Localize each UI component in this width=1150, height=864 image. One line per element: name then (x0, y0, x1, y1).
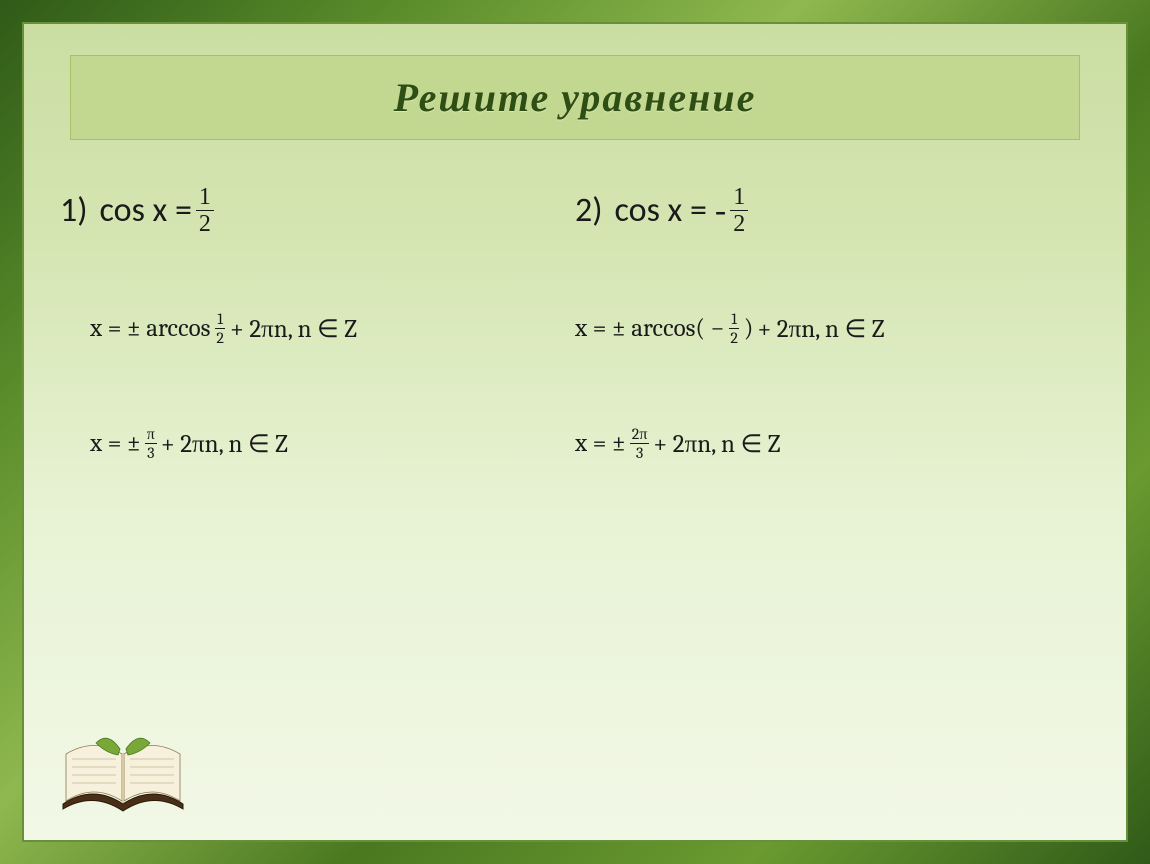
book-icon (58, 729, 188, 824)
sol-frac: 2π 3 (630, 426, 650, 461)
sol-text: x = ± arccos (90, 314, 210, 343)
problem-2-sign: - (715, 192, 726, 230)
problem-2-rhs-frac: 1 2 (730, 185, 748, 236)
solution-2b: x = ± 2π 3 + 2πn, n ∈ Z (575, 426, 1090, 461)
solutions-row: x = ± arccos 1 2 + 2πn, n ∈ Z x = ± π 3 … (60, 256, 1090, 461)
problem-1-col: 1) cos x = 1 2 (60, 165, 575, 256)
solution-1b: x = ± π 3 + 2πn, n ∈ Z (90, 426, 575, 461)
sol-text: x = ± (90, 429, 141, 458)
problem-2-number: 2) (575, 190, 603, 231)
slide-title: Решите уравнение (394, 74, 757, 121)
problem-1-number: 1) (60, 190, 88, 231)
slide-content: 1) cos x = 1 2 2) cos x = - 1 2 (60, 165, 1090, 804)
frac-num: 1 (729, 311, 739, 329)
sol-text: + 2πn, n ∈ Z (653, 429, 780, 459)
solution-2a: x = ± arccos( − 1 2 ) + 2πn, n ∈ Z (575, 311, 1090, 346)
frac-num: 1 (730, 185, 748, 211)
sol-frac: 1 2 (214, 311, 226, 346)
title-bar: Решите уравнение (70, 55, 1080, 140)
problem-1-rhs-frac: 1 2 (196, 185, 214, 236)
sol-text: x = ± (575, 429, 626, 458)
frac-den: 2 (196, 211, 214, 236)
problem-2-col: 2) cos x = - 1 2 (575, 165, 1090, 256)
sol-text: + 2πn, n ∈ Z (230, 314, 357, 344)
solutions-right: x = ± arccos( − 1 2 ) + 2πn, n ∈ Z x = ±… (575, 256, 1090, 461)
frac-num: 1 (196, 185, 214, 211)
frac-den: 2 (214, 329, 226, 346)
sol-text: + 2πn, n ∈ Z (757, 314, 884, 344)
sol-frac: 1 2 (728, 311, 740, 346)
problems-row: 1) cos x = 1 2 2) cos x = - 1 2 (60, 165, 1090, 256)
frac-den: 3 (145, 444, 156, 461)
frac-den: 2 (730, 211, 748, 236)
frac-den: 3 (634, 444, 645, 461)
sol-text: + 2πn, n ∈ Z (161, 429, 288, 459)
frac-den: 2 (728, 329, 740, 346)
problem-2-lhs: cos x = (615, 190, 707, 231)
problem-1: 1) cos x = 1 2 (60, 185, 575, 236)
solution-1a: x = ± arccos 1 2 + 2πn, n ∈ Z (90, 311, 575, 346)
frac-num: 2π (630, 426, 650, 444)
problem-1-lhs: cos x = (100, 190, 192, 231)
solutions-left: x = ± arccos 1 2 + 2πn, n ∈ Z x = ± π 3 … (60, 256, 575, 461)
frac-num: π (145, 426, 157, 444)
sol-frac: π 3 (145, 426, 157, 461)
sol-text: x = ± arccos( − (575, 314, 724, 343)
sol-close: ) (744, 314, 754, 343)
problem-2: 2) cos x = - 1 2 (575, 185, 1090, 236)
frac-num: 1 (215, 311, 225, 329)
